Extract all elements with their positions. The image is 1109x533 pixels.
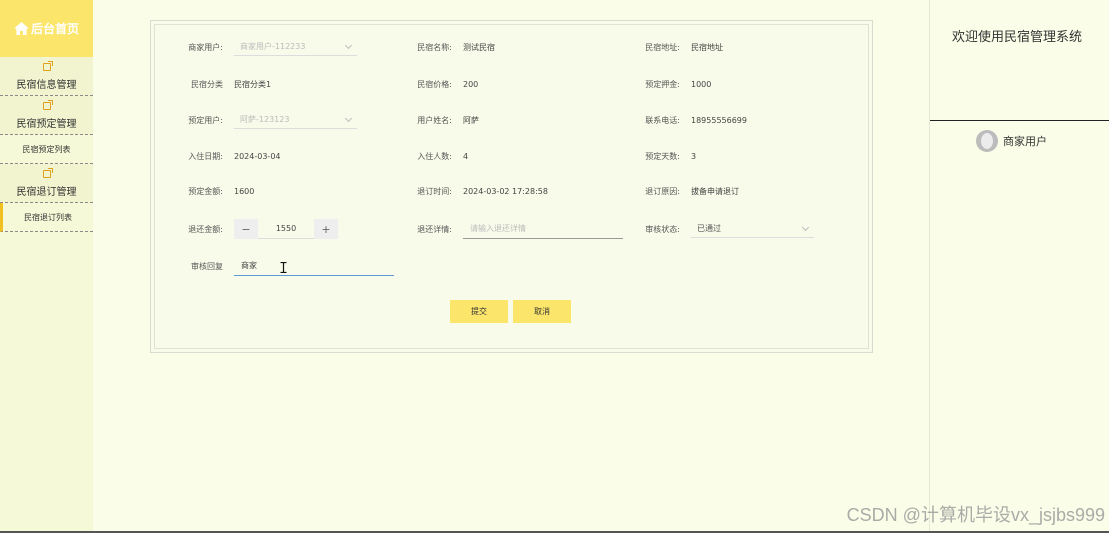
- field-value: 2024-03-02 17:28:58: [463, 186, 548, 196]
- homestay-category-field: 民宿分类 民宿分类1: [173, 75, 271, 93]
- field-value: 4: [463, 151, 469, 161]
- homestay-name-field: 民宿名称: 测试民宿: [402, 38, 495, 56]
- sidebar-group-booking[interactable]: 民宿预定管理: [0, 96, 93, 135]
- guests-field: 入住人数: 4: [402, 147, 468, 165]
- select-value: 商家用户-112233: [240, 42, 306, 51]
- refund-amount-stepper: − 1550 +: [234, 219, 338, 239]
- field-label: 民宿名称:: [417, 42, 452, 52]
- field-label: 入住日期:: [188, 151, 223, 161]
- field-value: 拔备申请退订: [691, 186, 739, 196]
- field-label: 用户姓名:: [417, 115, 452, 125]
- field-label: 商家用户:: [188, 42, 223, 52]
- field-value: 2024-03-04: [234, 151, 281, 161]
- chevron-down-icon: [801, 223, 810, 231]
- refund-amount-field: 退还金额: − 1550 +: [173, 218, 338, 240]
- edit-icon: [42, 100, 53, 110]
- edit-icon: [42, 168, 53, 178]
- submit-button[interactable]: 提交: [450, 300, 508, 323]
- merchant-user-select[interactable]: 商家用户-112233: [234, 38, 357, 56]
- edit-icon: [42, 61, 53, 71]
- field-label: 退还金额:: [188, 224, 223, 234]
- checkin-date-field: 入住日期: 2024-03-04: [173, 147, 281, 165]
- field-label: 审核状态:: [645, 224, 680, 234]
- contact-phone-field: 联系电话: 18955556699: [630, 111, 747, 129]
- field-label: 预定用户:: [188, 115, 223, 125]
- field-label: 预定金额:: [188, 186, 223, 196]
- field-value: 阿萨: [463, 115, 479, 125]
- cancel-button[interactable]: 取消: [513, 300, 571, 323]
- watermark: CSDN @计算机毕设vx_jsjbs999: [846, 505, 1105, 525]
- review-status-select[interactable]: 已通过: [691, 220, 814, 238]
- chevron-down-icon: [344, 41, 353, 49]
- sidebar-item-label: 民宿预定列表: [22, 144, 71, 154]
- field-value: 18955556699: [691, 115, 747, 125]
- booking-deposit-field: 预定押金: 1000: [630, 75, 711, 93]
- refund-amount-input[interactable]: 1550: [258, 219, 314, 238]
- cancel-reason-field: 退订原因: 拔备申请退订: [630, 182, 739, 200]
- homestay-price-field: 民宿价格: 200: [402, 75, 478, 93]
- welcome-title: 欢迎使用民宿管理系统: [952, 30, 1083, 45]
- divider: [930, 120, 1109, 121]
- booking-amount-field: 预定金额: 1600: [173, 182, 254, 200]
- user-name-field: 用户姓名: 阿萨: [402, 111, 479, 129]
- field-value: 1000: [691, 79, 712, 89]
- cancel-time-field: 退订时间: 2024-03-02 17:28:58: [402, 182, 548, 200]
- field-value: 1600: [234, 186, 255, 196]
- home-link[interactable]: 后台首页: [0, 0, 93, 57]
- homestay-address-field: 民宿地址: 民宿地址: [630, 38, 723, 56]
- sidebar: 后台首页 民宿信息管理 民宿预定管理 民宿预定列表 民宿退订管理 民宿退订列表: [0, 0, 93, 533]
- user-role: 商家用户: [1003, 135, 1047, 148]
- field-label: 退订时间:: [417, 186, 452, 196]
- sidebar-item-label: 民宿退订列表: [24, 212, 72, 222]
- header-panel: 欢迎使用民宿管理系统 商家用户: [929, 0, 1109, 533]
- sidebar-group-label: 民宿退订管理: [16, 187, 77, 198]
- field-value: 民宿分类1: [234, 79, 272, 89]
- field-label: 民宿分类: [191, 79, 223, 89]
- booking-user-field: 预定用户: 阿萨-123123: [173, 111, 357, 129]
- field-label: 退还详情:: [417, 224, 452, 234]
- field-label: 联系电话:: [645, 115, 680, 125]
- field-value: 民宿地址: [691, 42, 723, 52]
- increment-button[interactable]: +: [314, 219, 338, 239]
- merchant-user-field: 商家用户: 商家用户-112233: [173, 38, 357, 56]
- review-reply-input[interactable]: 商家: [234, 256, 394, 276]
- field-value: 200: [463, 79, 479, 89]
- field-value: 3: [691, 151, 697, 161]
- chevron-down-icon: [344, 114, 353, 122]
- sidebar-item-cancel-list[interactable]: 民宿退订列表: [0, 203, 93, 232]
- refund-detail-input[interactable]: 请输入退还详情: [463, 219, 623, 239]
- select-value: 已通过: [697, 224, 721, 233]
- user-menu[interactable]: 商家用户: [976, 130, 1047, 152]
- field-label: 入住人数:: [417, 151, 452, 161]
- field-label: 预定天数:: [645, 151, 680, 161]
- sidebar-group-label: 民宿信息管理: [16, 80, 77, 91]
- home-icon: [14, 22, 29, 35]
- sidebar-group-info[interactable]: 民宿信息管理: [0, 57, 93, 96]
- avatar: [976, 130, 998, 152]
- home-label: 后台首页: [30, 22, 79, 36]
- field-label: 审核回复: [191, 261, 223, 271]
- sidebar-group-cancel[interactable]: 民宿退订管理: [0, 164, 93, 203]
- field-label: 退订原因:: [645, 186, 680, 196]
- field-label: 民宿地址:: [645, 42, 680, 52]
- sidebar-group-label: 民宿预定管理: [16, 119, 77, 130]
- decrement-button[interactable]: −: [234, 219, 258, 239]
- refund-detail-field: 退还详情: 请输入退还详情: [402, 218, 623, 240]
- text-cursor-icon: [280, 262, 287, 273]
- select-value: 阿萨-123123: [240, 115, 290, 124]
- field-value: 测试民宿: [463, 42, 495, 52]
- field-label: 预定押金:: [645, 79, 680, 89]
- booking-days-field: 预定天数: 3: [630, 147, 696, 165]
- booking-user-select[interactable]: 阿萨-123123: [234, 111, 357, 129]
- field-label: 民宿价格:: [417, 79, 452, 89]
- form-actions: 提交 取消: [450, 300, 571, 323]
- review-status-field: 审核状态: 已通过: [630, 218, 814, 240]
- sidebar-item-booking-list[interactable]: 民宿预定列表: [0, 135, 93, 164]
